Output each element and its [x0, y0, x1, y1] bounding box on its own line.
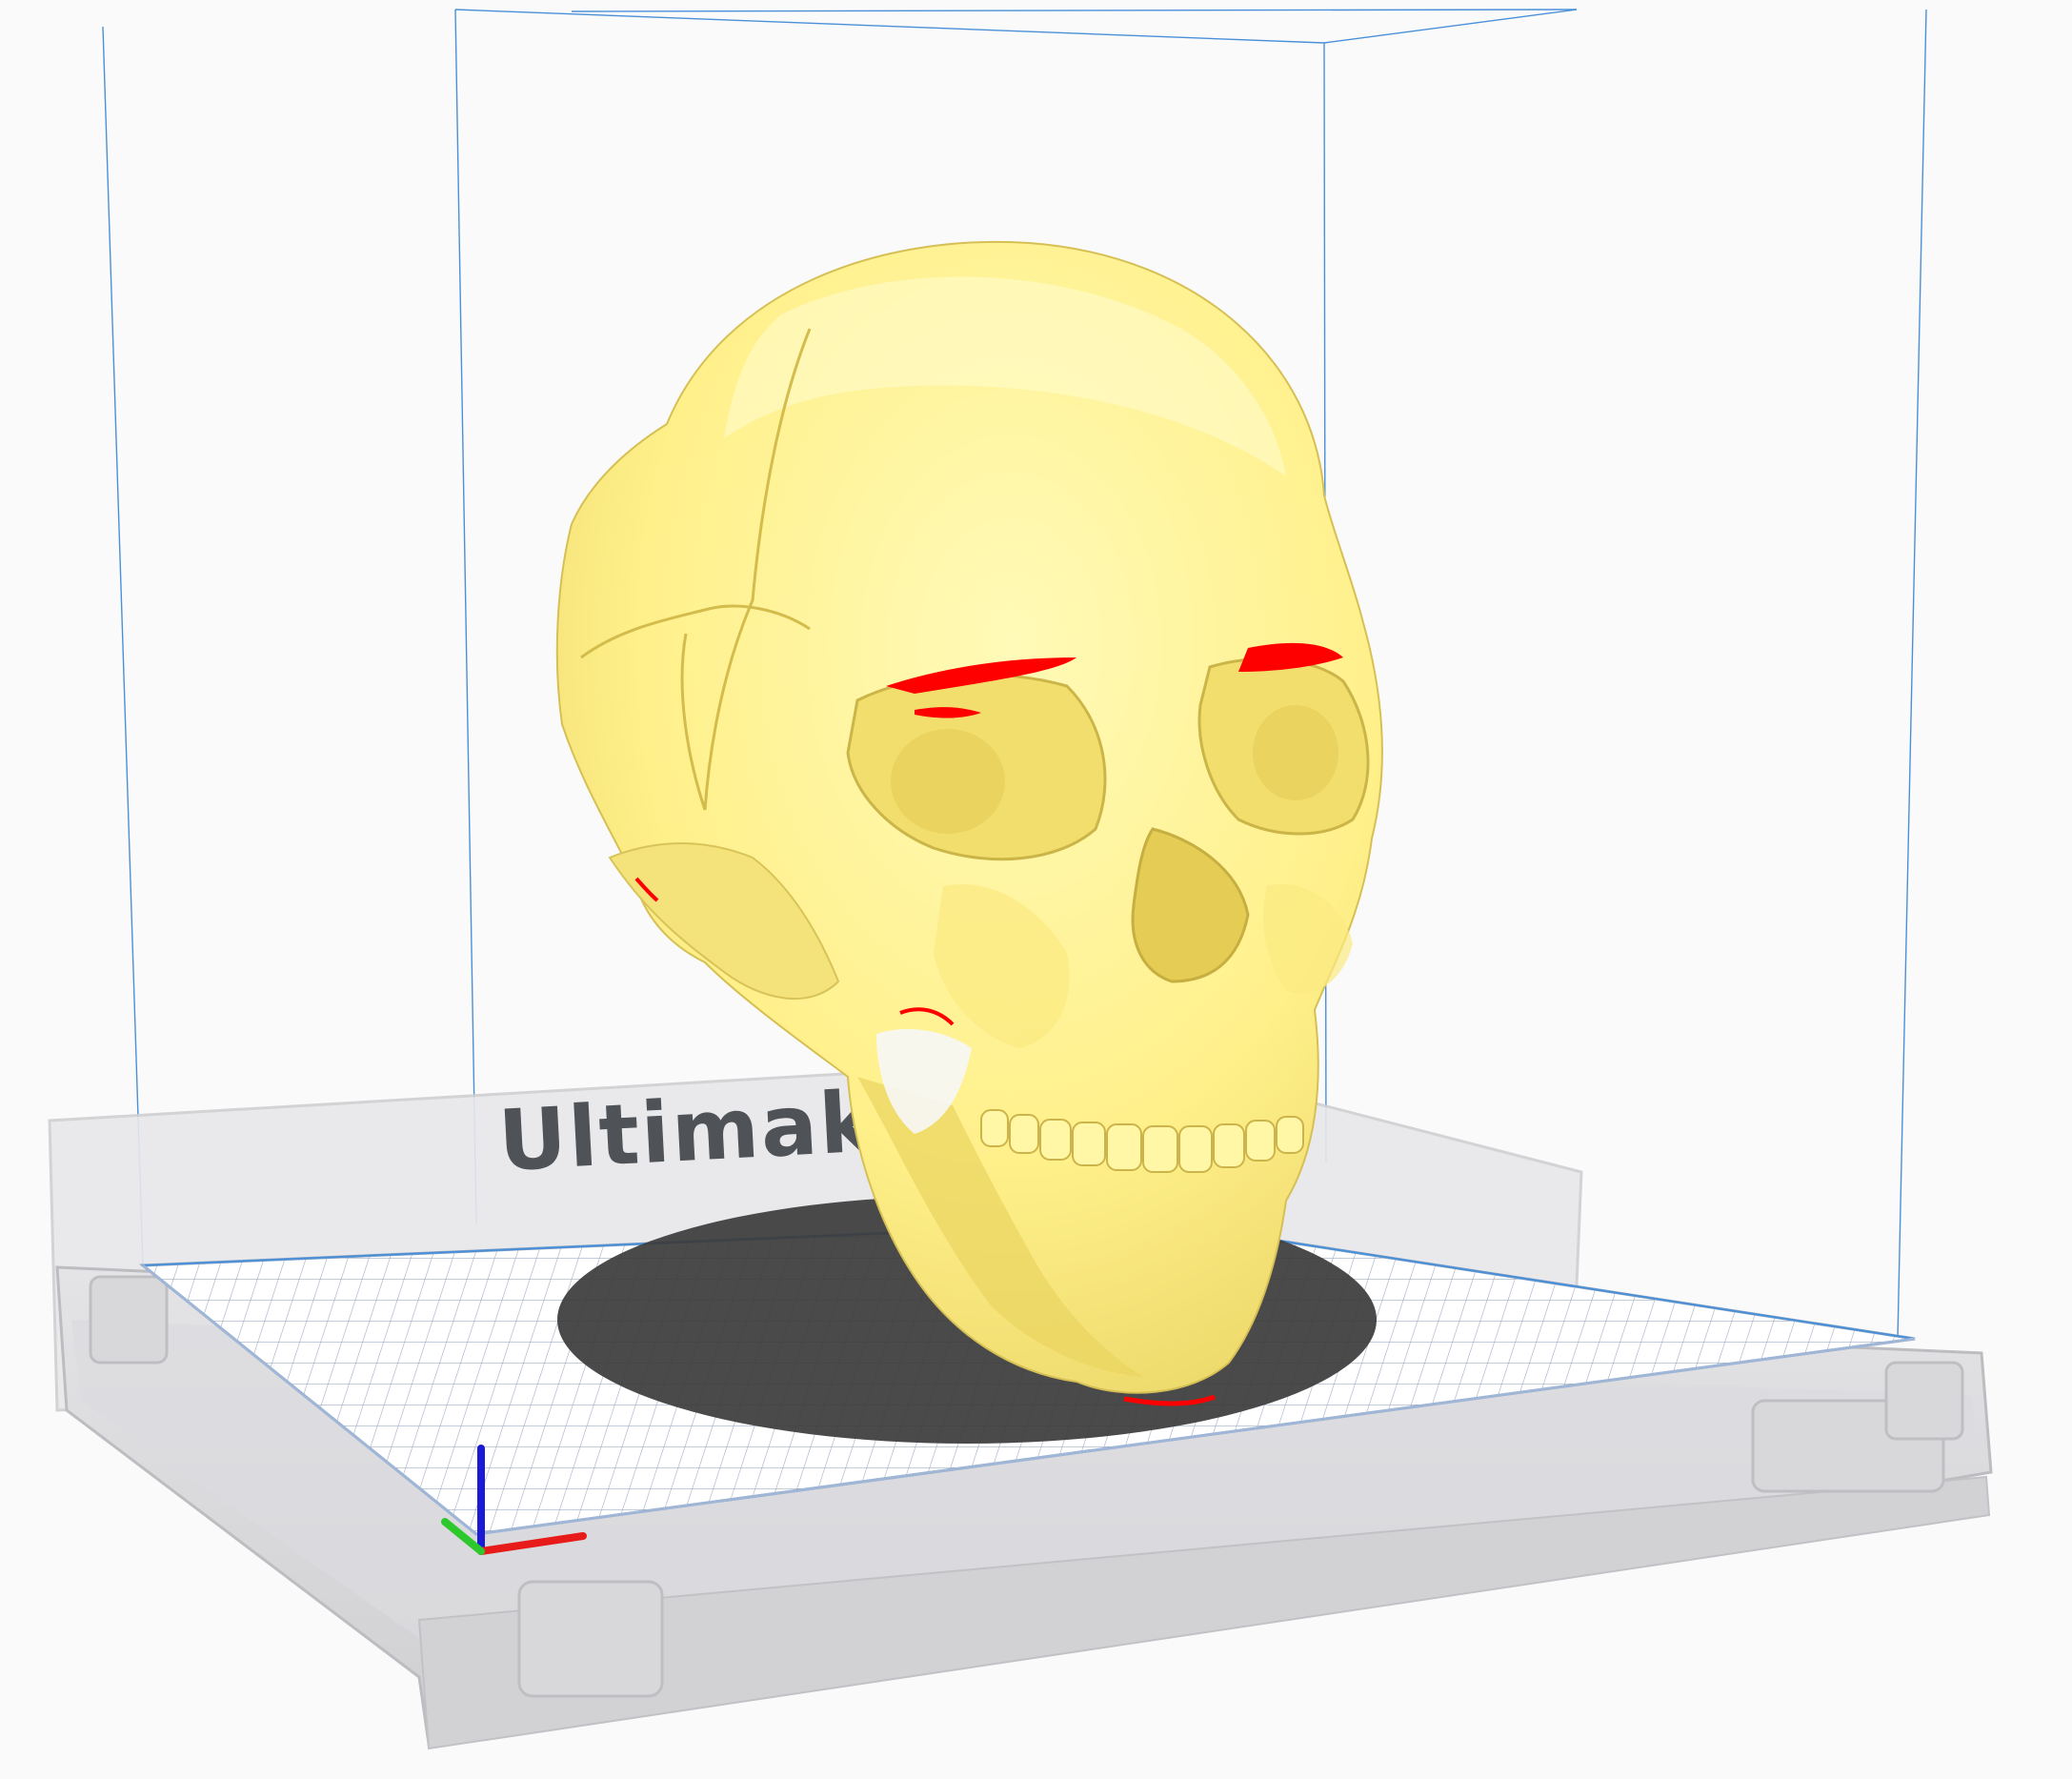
printer-logo: Ultimak — [496, 1072, 880, 1190]
3d-viewport[interactable]: Ultimak — [0, 0, 2072, 1779]
scene-canvas[interactable]: Ultimak — [0, 0, 2072, 1779]
